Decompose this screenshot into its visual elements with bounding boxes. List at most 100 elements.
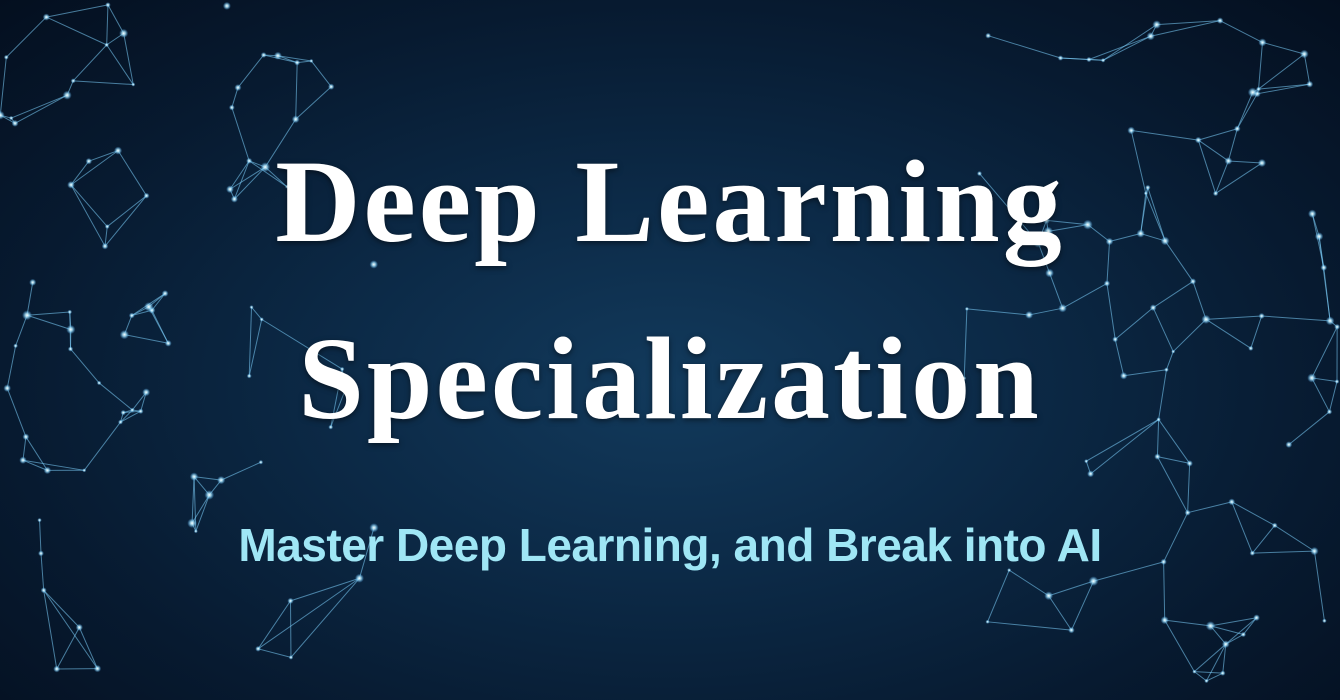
network-node — [1044, 591, 1054, 601]
network-node — [255, 645, 262, 652]
network-node — [1146, 32, 1155, 41]
network-link — [1163, 561, 1166, 621]
network-link — [1102, 35, 1151, 61]
network-node — [1154, 453, 1161, 460]
network-link — [1157, 456, 1190, 464]
network-node — [1100, 58, 1106, 63]
network-node — [53, 665, 61, 673]
network-node — [105, 2, 111, 8]
network-node — [1253, 614, 1260, 622]
network-node — [291, 115, 300, 124]
network-node — [19, 456, 27, 464]
network-node — [1189, 278, 1197, 285]
network-node — [1160, 616, 1169, 625]
network-link — [78, 627, 98, 669]
network-node — [204, 490, 215, 500]
network-node — [161, 290, 169, 297]
page-subtitle: Master Deep Learning, and Break into AI — [238, 519, 1102, 571]
network-node — [1068, 626, 1075, 634]
network-link — [1131, 129, 1199, 141]
network-node — [1204, 678, 1209, 684]
network-node — [131, 82, 136, 87]
network-link — [295, 62, 298, 120]
network-node — [260, 52, 267, 58]
network-link — [1194, 671, 1223, 674]
network-link — [22, 459, 85, 471]
network-node — [1285, 441, 1293, 448]
network-node — [1233, 125, 1241, 133]
network-node — [217, 476, 226, 485]
network-link — [106, 4, 109, 45]
network-node — [1216, 17, 1224, 24]
network-node — [40, 587, 47, 594]
network-node — [1228, 498, 1236, 506]
network-link — [0, 57, 7, 116]
network-node — [294, 59, 301, 66]
network-node — [1258, 312, 1265, 320]
network-node — [985, 32, 992, 39]
network-link — [14, 94, 68, 124]
network-node — [189, 472, 199, 481]
network-node — [228, 104, 235, 111]
network-link — [1102, 24, 1157, 61]
network-node — [309, 58, 314, 63]
network-link — [1262, 41, 1305, 55]
network-node — [1220, 670, 1226, 676]
network-node — [70, 78, 76, 84]
network-node — [1086, 56, 1092, 63]
network-link — [73, 80, 134, 86]
network-node — [29, 278, 37, 286]
network-link — [1164, 619, 1195, 672]
banner: Deep Learning Specialization Master Deep… — [0, 0, 1340, 700]
network-link — [1205, 315, 1262, 320]
network-link — [310, 60, 332, 88]
network-link — [1303, 53, 1311, 85]
network-link — [277, 55, 312, 62]
network-link — [72, 44, 108, 82]
network-link — [1187, 463, 1191, 513]
network-node — [1306, 80, 1314, 88]
network-node — [1258, 38, 1267, 47]
network-node — [8, 115, 14, 121]
network-node — [75, 623, 83, 631]
network-link — [43, 589, 98, 669]
network-node — [1149, 304, 1157, 312]
network-node — [328, 83, 335, 90]
network-node — [82, 468, 87, 473]
network-link — [220, 461, 262, 481]
network-link — [1257, 83, 1310, 95]
network-link — [26, 282, 34, 316]
network-node — [234, 84, 242, 92]
network-link — [987, 621, 1072, 631]
network-link — [1088, 35, 1151, 60]
network-node — [1127, 126, 1136, 135]
network-link — [295, 86, 332, 120]
network-link — [1194, 643, 1227, 673]
network-node — [1221, 640, 1230, 649]
network-node — [1299, 49, 1309, 59]
network-link — [1258, 53, 1305, 90]
network-node — [1322, 618, 1327, 624]
network-node — [1192, 669, 1197, 674]
network-link — [27, 311, 70, 316]
network-link — [1192, 281, 1207, 320]
network-link — [1062, 282, 1108, 309]
network-link — [257, 577, 360, 650]
network-link — [1236, 93, 1258, 129]
network-node — [104, 42, 110, 48]
network-link — [1236, 92, 1254, 129]
network-node — [11, 119, 19, 127]
network-link — [257, 600, 291, 650]
network-link — [25, 436, 48, 471]
network-link — [1258, 42, 1263, 90]
page-title-line-1: Deep Learning — [275, 136, 1065, 267]
network-node — [3, 54, 9, 60]
network-link — [1210, 617, 1257, 627]
network-link — [257, 648, 292, 658]
network-node — [273, 51, 282, 60]
network-node — [93, 664, 102, 673]
network-link — [1152, 281, 1194, 309]
network-node — [143, 302, 154, 312]
network-link — [46, 16, 107, 46]
network-link — [1048, 595, 1072, 631]
